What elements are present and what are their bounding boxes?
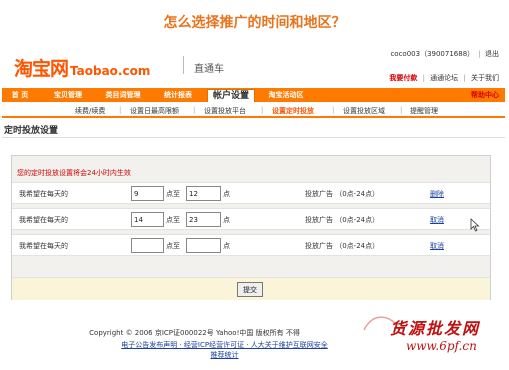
subnav-region[interactable]: 设置投放区域 <box>343 106 385 116</box>
submit-bar: 提交 <box>12 277 490 300</box>
tab-home[interactable]: 首 页 <box>6 89 34 102</box>
subnav-platform[interactable]: 设置投放平台 <box>204 106 246 116</box>
end-hour-input[interactable] <box>186 238 221 253</box>
tab-account-settings[interactable]: 帐户设置 <box>207 89 255 103</box>
divider <box>2 137 505 138</box>
page-headline: 怎么选择推广的时间和地区？ <box>163 15 346 31</box>
schedule-row: 我希望在每天的 点至 点 投放广告 （0点-24点） 取消 <box>12 208 490 230</box>
divider: | <box>332 106 335 114</box>
ad-text: 投放广告 （0点-24点） <box>305 242 380 250</box>
schedule-row: 我希望在每天的 点至 点 投放广告 （0点-24点） 删除 <box>12 182 490 204</box>
to-text: 点至 <box>166 216 180 224</box>
notice-text: 您的定时投放设置将会24小时内生效 <box>17 169 131 177</box>
watermark-url: www.6pf.cn <box>406 339 477 353</box>
account-info: coco003（390071688） | 退出 <box>390 49 499 59</box>
start-hour-input[interactable] <box>131 212 164 227</box>
logo-english: Taobao.com <box>70 64 151 78</box>
tab-campaigns[interactable]: 淘宝活动区 <box>262 89 310 102</box>
product-name: 直通车 <box>194 64 224 75</box>
account-user: coco003（390071688） <box>390 50 475 58</box>
subnav-daily-limit[interactable]: 设置日最高限额 <box>130 106 179 116</box>
tab-reports[interactable]: 统计报表 <box>158 89 198 102</box>
schedule-row: 我希望在每天的 点至 点 投放广告 （0点-24点） 取消 <box>12 234 490 256</box>
logo-chinese: 淘宝网 <box>14 58 69 80</box>
tab-items[interactable]: 宝贝管理 <box>48 89 88 102</box>
unit-text: 点 <box>223 190 230 198</box>
tab-keywords[interactable]: 类目词管理 <box>98 89 148 102</box>
subnav-reminders[interactable]: 提醒管理 <box>410 106 438 116</box>
divider: | <box>463 74 466 82</box>
logo-divider <box>183 56 184 74</box>
divider: | <box>261 106 264 114</box>
divider: | <box>422 74 425 82</box>
to-text: 点至 <box>166 190 180 198</box>
start-hour-input[interactable] <box>131 238 164 253</box>
row-label: 我希望在每天的 <box>19 242 68 250</box>
sub-nav: 续费/续费 | 设置日最高限额 | 设置投放平台 | 设置定时投放 | 设置投放… <box>2 102 505 118</box>
divider: | <box>193 106 196 114</box>
pay-link[interactable]: 我要付款 <box>389 74 417 82</box>
divider: | <box>119 106 122 114</box>
mouse-cursor-icon <box>470 218 480 232</box>
to-text: 点至 <box>166 242 180 250</box>
end-hour-input[interactable] <box>186 186 221 201</box>
delete-link[interactable]: 删除 <box>430 189 444 199</box>
help-center-link[interactable]: 帮助中心 <box>471 89 499 102</box>
ad-text: 投放广告 （0点-24点） <box>305 216 380 224</box>
about-link[interactable]: 关于我们 <box>471 74 499 82</box>
unit-text: 点 <box>223 216 230 224</box>
subnav-recharge[interactable]: 续费/续费 <box>75 106 105 116</box>
divider: | <box>400 106 403 114</box>
unit-text: 点 <box>223 242 230 250</box>
taobao-logo[interactable]: 淘宝网 Taobao.com <box>14 54 151 80</box>
section-title: 定时投放设置 <box>4 126 59 136</box>
logout-link[interactable]: 退出 <box>485 50 499 58</box>
start-hour-input[interactable] <box>131 186 164 201</box>
divider: | <box>478 50 481 58</box>
forum-link[interactable]: 通通论坛 <box>430 74 458 82</box>
end-hour-input[interactable] <box>186 212 221 227</box>
submit-button[interactable]: 提交 <box>237 282 263 297</box>
subnav-scheduled[interactable]: 设置定时投放 <box>272 106 314 116</box>
cancel-link[interactable]: 取消 <box>430 215 444 225</box>
cancel-link[interactable]: 取消 <box>430 241 444 251</box>
watermark-text: 货源批发网 <box>390 319 481 338</box>
ad-text: 投放广告 （0点-24点） <box>305 190 380 198</box>
row-label: 我希望在每天的 <box>19 216 68 224</box>
main-nav: 首 页 宝贝管理 类目词管理 统计报表 帐户设置 淘宝活动区 帮助中心 <box>2 88 505 103</box>
schedule-panel: 您的定时投放设置将会24小时内生效 我希望在每天的 点至 点 投放广告 （0点-… <box>11 155 491 300</box>
row-label: 我希望在每天的 <box>19 190 68 198</box>
top-links: 我要付款 | 通通论坛 | 关于我们 <box>386 73 499 83</box>
